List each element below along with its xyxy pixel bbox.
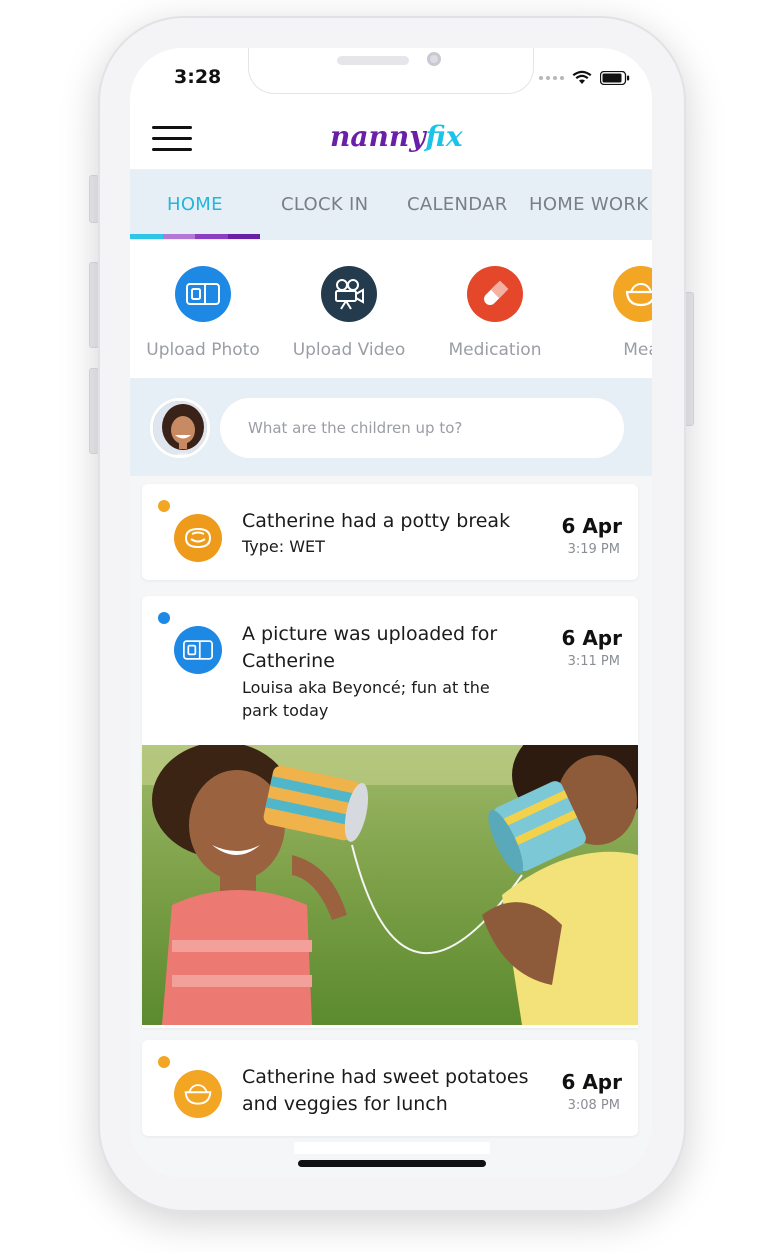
potty-icon	[174, 514, 222, 562]
tab-calendar[interactable]: CALENDAR	[407, 194, 508, 215]
video-camera-icon	[321, 266, 377, 322]
pill-icon	[467, 266, 523, 322]
battery-icon	[600, 70, 630, 85]
notch	[248, 48, 534, 94]
photo-icon	[175, 266, 231, 322]
meal-bowl-icon	[613, 266, 652, 322]
app-logo: nannyfix	[330, 120, 463, 153]
photo-icon	[174, 626, 222, 674]
status-icons	[539, 70, 630, 85]
front-camera	[427, 52, 441, 66]
medication-button[interactable]: Medication	[425, 266, 565, 360]
phone-screen: 3:28 nannyfix HOME CLOCK IN CALENDAR HOM…	[130, 48, 652, 1178]
unread-dot	[158, 500, 170, 512]
logo-text-fix: fix	[425, 120, 463, 153]
home-indicator[interactable]	[298, 1160, 486, 1167]
avatar[interactable]	[150, 398, 210, 458]
feed-date: 6 Apr	[561, 514, 622, 538]
feed-card-potty[interactable]: Catherine had a potty break Type: WET 6 …	[142, 484, 638, 580]
meal-bowl-icon	[174, 1070, 222, 1118]
status-time: 3:28	[174, 66, 222, 88]
upload-video-button[interactable]: Upload Video	[279, 266, 419, 360]
feed-title: Catherine had sweet potatoes and veggies…	[242, 1066, 529, 1115]
unread-dot	[158, 612, 170, 624]
feed-time: 3:11 PM	[567, 654, 620, 669]
wifi-icon	[572, 70, 592, 84]
upload-video-label: Upload Video	[292, 340, 406, 360]
unread-dot	[158, 1056, 170, 1068]
feed-time: 3:08 PM	[567, 1098, 620, 1113]
feed-card-meal[interactable]: Catherine had sweet potatoes and veggies…	[142, 1040, 638, 1136]
tab-bar: HOME CLOCK IN CALENDAR HOME WORK	[130, 170, 652, 240]
bottom-bar-area	[294, 1142, 490, 1154]
app-header: nannyfix	[130, 108, 652, 170]
upload-photo-button[interactable]: Upload Photo	[133, 266, 273, 360]
tab-clock-in[interactable]: CLOCK IN	[281, 194, 368, 215]
tab-home-work[interactable]: HOME WORK	[529, 194, 648, 215]
upload-photo-label: Upload Photo	[146, 340, 260, 360]
feed-time: 3:19 PM	[567, 542, 620, 557]
active-tab-indicator	[130, 234, 260, 239]
speaker	[337, 56, 409, 65]
post-input[interactable]	[220, 398, 624, 458]
post-composer	[130, 378, 652, 476]
feed-subtitle: Type: WET	[242, 537, 325, 556]
hamburger-menu-icon[interactable]	[152, 126, 192, 152]
feed-title: Catherine had a potty break	[242, 510, 511, 532]
feed-date: 6 Apr	[561, 1070, 622, 1094]
logo-text-nanny: nanny	[330, 120, 426, 153]
signal-icon	[539, 75, 564, 80]
feed-title: A picture was uploaded for Catherine	[242, 623, 498, 672]
meal-label: Mea	[623, 340, 652, 360]
medication-label: Medication	[448, 340, 542, 360]
feed-subtitle: Louisa aka Beyoncé; fun at the park toda…	[242, 678, 490, 720]
quick-actions: Upload Photo Upload Video Medication Mea	[130, 240, 652, 378]
meal-button[interactable]: Mea	[571, 266, 652, 360]
uploaded-photo[interactable]	[142, 745, 638, 1025]
feed-date: 6 Apr	[561, 626, 622, 650]
tab-home[interactable]: HOME	[167, 194, 223, 215]
